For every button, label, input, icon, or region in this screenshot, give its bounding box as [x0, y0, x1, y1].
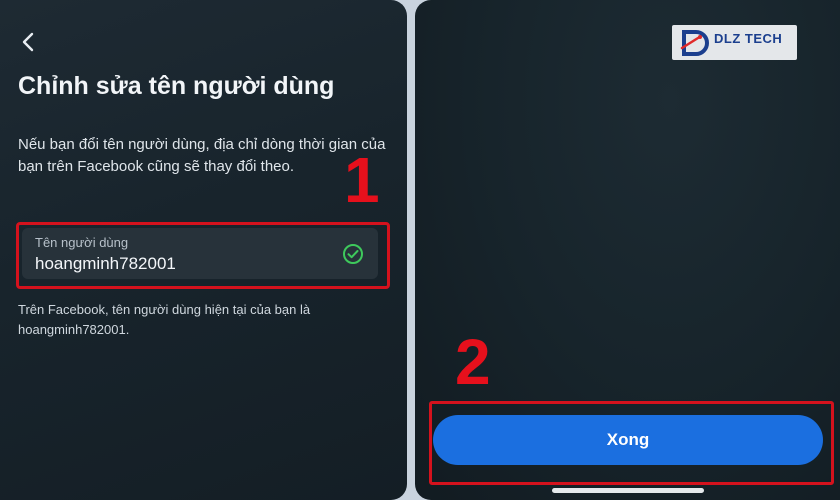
username-change-description: Nếu bạn đổi tên người dùng, địa chỉ dòng…: [18, 136, 386, 175]
chevron-left-icon: [22, 32, 34, 52]
dlz-tech-logo: DLZ TECH: [672, 25, 797, 60]
step-marker-1: 1: [344, 144, 380, 216]
home-indicator: [552, 488, 704, 493]
current-username-note: Trên Facebook, tên người dùng hiện tại c…: [18, 302, 311, 337]
confirm-screen: DLZ TECH 2 Xong: [415, 0, 840, 500]
page-title: Chỉnh sửa tên người dùng: [18, 72, 335, 100]
dlz-logo-icon: [680, 30, 709, 56]
done-button-highlight: [429, 401, 834, 485]
back-button[interactable]: [14, 28, 42, 56]
edit-username-screen: Chỉnh sửa tên người dùng Nếu bạn đổi tên…: [0, 0, 407, 500]
step-marker-2: 2: [455, 326, 491, 398]
username-field-highlight: [16, 222, 390, 289]
screenshot-stage: Chỉnh sửa tên người dùng Nếu bạn đổi tên…: [0, 0, 840, 500]
logo-text: DLZ TECH: [714, 31, 783, 46]
